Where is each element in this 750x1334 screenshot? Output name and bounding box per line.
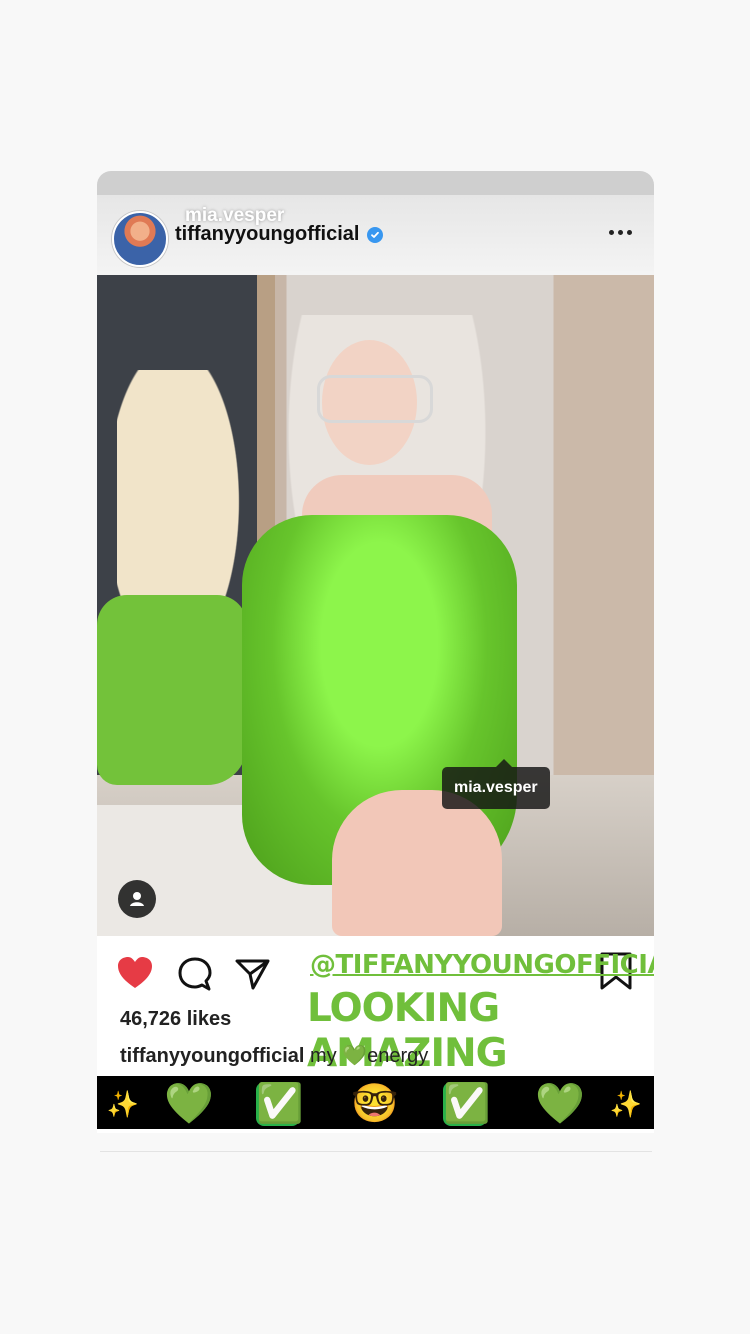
check-icon: [371, 231, 380, 238]
post-header: mia.vesper tiffanyyoungofficial: [97, 195, 654, 275]
post-card: mia.vesper tiffanyyoungofficial mia.vesp…: [97, 171, 654, 1133]
verified-badge-icon: [367, 226, 384, 243]
story-progress-area: [97, 171, 654, 195]
caption-text: my 💚energy: [304, 1045, 429, 1067]
user-glyph-icon: [130, 892, 144, 906]
caption-username[interactable]: tiffanyyoungofficial: [120, 1045, 304, 1067]
comment-icon[interactable]: [175, 954, 215, 994]
nerd-face-emoji: 🤓: [351, 1083, 399, 1125]
more-dot: [609, 230, 614, 235]
post-username-row[interactable]: tiffanyyoungofficial: [175, 223, 384, 246]
heart-icon[interactable]: [115, 954, 155, 994]
glasses: [317, 375, 433, 423]
divider-line: [100, 1151, 652, 1152]
share-icon[interactable]: [233, 954, 273, 994]
person-icon[interactable]: [118, 880, 156, 918]
profile-avatar[interactable]: [112, 211, 168, 267]
mention-sticker[interactable]: @TIFFANYYOUNGOFFICIAL: [310, 950, 654, 980]
reflection-dress: [97, 595, 247, 785]
check-box-emoji: ✅: [443, 1082, 491, 1126]
post-photo[interactable]: mia.vesper: [97, 275, 654, 936]
sparkles-emoji: ✨: [609, 1089, 643, 1119]
green-heart-emoji: 💚: [535, 1082, 585, 1126]
post-username[interactable]: tiffanyyoungofficial: [175, 223, 359, 246]
more-options-icon[interactable]: [609, 230, 632, 235]
likes-count[interactable]: 46,726 likes: [120, 1008, 231, 1031]
check-box-emoji: ✅: [256, 1082, 304, 1126]
tag-tooltip[interactable]: mia.vesper: [442, 759, 550, 809]
more-dot: [627, 230, 632, 235]
legs: [332, 790, 502, 936]
more-dot: [618, 230, 623, 235]
caption: tiffanyyoungofficial my 💚energy: [120, 1043, 428, 1068]
emoji-strip: ✨ 💚 ✅ 🤓 ✅ 💚 ✨: [97, 1076, 654, 1129]
green-heart-emoji: 💚: [164, 1082, 214, 1126]
sparkles-emoji: ✨: [106, 1089, 140, 1119]
